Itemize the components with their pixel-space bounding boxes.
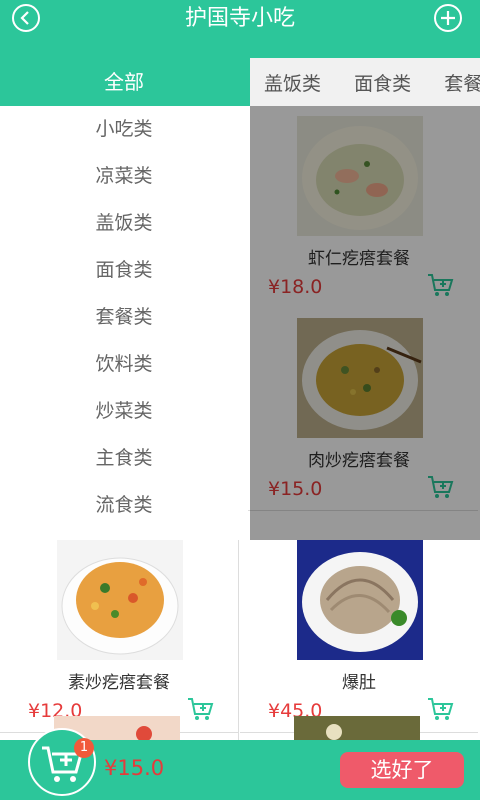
add-to-cart-icon[interactable] [426,696,454,722]
sidebar-item[interactable]: 面食类 [0,247,248,294]
cart-total: ¥15.0 [104,756,165,780]
column-divider [238,540,239,740]
category-tabs: 盖饭类 面食类 套餐类 [250,58,480,106]
veggie-dumpling-image [57,540,183,660]
tab-category[interactable]: 面食类 [340,58,425,106]
category-dropdown: 小吃类 凉菜类 盖饭类 面食类 套餐类 饮料类 炒菜类 主食类 流食类 [0,106,248,536]
product-card[interactable]: 爆肚 ¥45.0 [240,530,478,733]
tripe-image [297,540,423,660]
add-to-cart-icon[interactable] [186,696,214,722]
product-name: 素炒疙瘩套餐 [68,673,170,693]
product-name: 爆肚 [342,673,376,693]
product-image-partial [294,716,420,740]
product-card[interactable]: 素炒疙瘩套餐 ¥12.0 [0,530,238,733]
sidebar-item[interactable]: 凉菜类 [0,153,248,200]
dim-overlay[interactable] [250,106,480,540]
sidebar-item[interactable]: 套餐类 [0,294,248,341]
sidebar-item[interactable]: 炒菜类 [0,388,248,435]
page-title: 护国寺小吃 [184,6,295,31]
tab-all[interactable]: 全部 [0,58,248,106]
sidebar-item[interactable]: 饮料类 [0,341,248,388]
sidebar-item[interactable]: 盖饭类 [0,200,248,247]
sidebar-item[interactable]: 小吃类 [0,106,248,153]
submit-button[interactable]: 选好了 [340,752,464,788]
sidebar-item[interactable]: 主食类 [0,435,248,482]
cart-count-badge: 1 [74,738,94,758]
sidebar-item[interactable]: 流食类 [0,482,248,529]
tab-category[interactable]: 盖饭类 [250,58,335,106]
tab-category[interactable]: 套餐类 [430,58,480,106]
add-icon[interactable] [434,4,462,32]
